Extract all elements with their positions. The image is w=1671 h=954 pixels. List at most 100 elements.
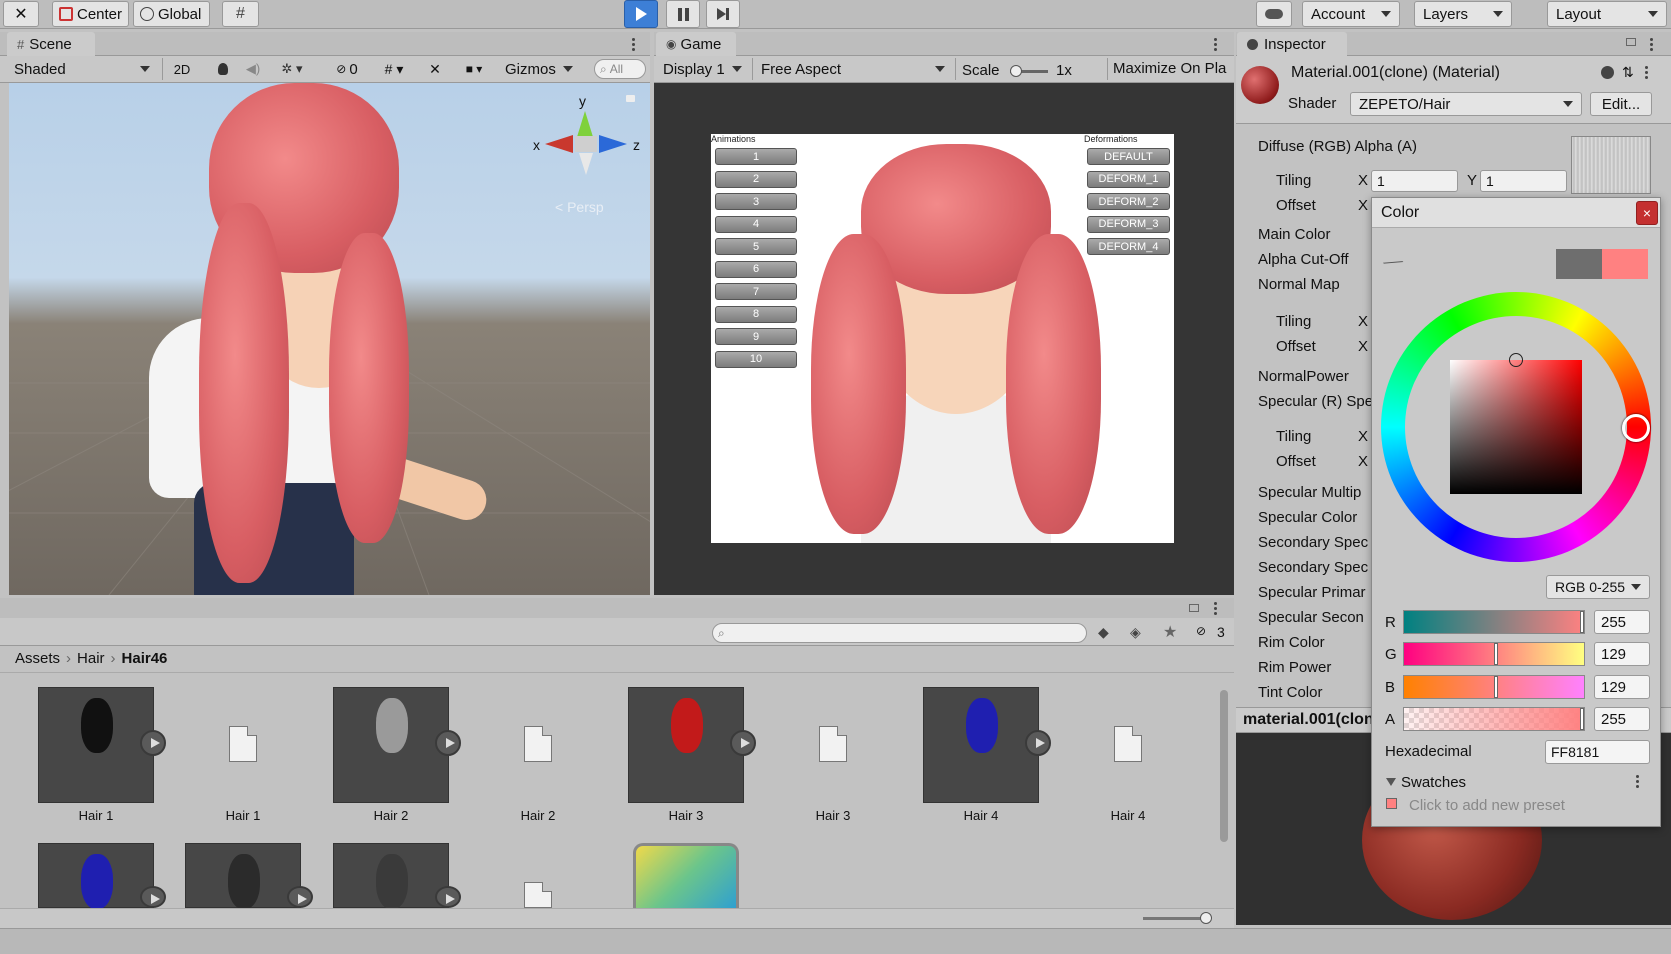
hidden-objects-toggle[interactable]: ⊘ 0: [327, 57, 367, 81]
swatches-toggle-icon[interactable]: [1386, 778, 1396, 786]
shader-dropdown[interactable]: ZEPETO/Hair: [1350, 92, 1582, 116]
asset-thumbnail[interactable]: [333, 843, 449, 909]
animation-button[interactable]: 5: [715, 238, 797, 255]
play-button[interactable]: [624, 0, 658, 28]
eye-slash-icon[interactable]: ⊘: [1196, 624, 1206, 638]
layout-dropdown[interactable]: Layout: [1547, 1, 1667, 27]
a-slider[interactable]: [1403, 707, 1585, 731]
breadcrumb-assets[interactable]: Assets: [15, 650, 60, 667]
grid-toggle[interactable]: #︎ ▾: [370, 57, 418, 81]
scale-slider[interactable]: [1010, 65, 1048, 77]
asset-thumbnail[interactable]: [333, 687, 449, 803]
space-global-button[interactable]: Global: [133, 1, 210, 27]
display-dropdown[interactable]: Display 1: [655, 57, 750, 81]
shading-mode-dropdown[interactable]: Shaded: [6, 57, 158, 81]
persp-label[interactable]: < Persp: [555, 199, 604, 215]
material-file-icon[interactable]: [229, 726, 257, 762]
scrollbar-thumb[interactable]: [1220, 690, 1228, 842]
previous-color-swatch[interactable]: [1556, 249, 1602, 279]
asset-thumbnail[interactable]: [628, 687, 744, 803]
animation-button[interactable]: 8: [715, 305, 797, 323]
account-dropdown[interactable]: Account: [1302, 1, 1400, 27]
close-button[interactable]: ×: [1636, 201, 1658, 225]
swatches-menu-icon[interactable]: [1636, 775, 1640, 790]
tab-inspector[interactable]: Inspector: [1237, 32, 1347, 56]
inspector-lock-icon[interactable]: [1626, 38, 1636, 46]
cloud-button[interactable]: [1256, 1, 1292, 27]
project-scrollbar[interactable]: [1217, 680, 1231, 905]
aspect-dropdown[interactable]: Free Aspect: [753, 57, 953, 81]
diffuse-texture-thumb[interactable]: [1571, 136, 1651, 194]
sv-handle[interactable]: [1509, 353, 1523, 367]
animation-button[interactable]: 9: [715, 328, 797, 345]
tools-button[interactable]: ✕: [3, 1, 39, 27]
r-slider-handle[interactable]: [1580, 611, 1584, 633]
deform-button[interactable]: DEFORM_3: [1087, 215, 1170, 233]
project-search-input[interactable]: ⌕: [712, 623, 1087, 643]
material-file-icon[interactable]: [524, 882, 552, 908]
shader-edit-button[interactable]: Edit...: [1590, 92, 1652, 116]
r-slider[interactable]: [1403, 610, 1585, 634]
tools-overlay-toggle[interactable]: ✕: [422, 57, 448, 81]
breadcrumb-hair46[interactable]: Hair46: [122, 650, 168, 667]
lighting-toggle[interactable]: [210, 57, 236, 81]
animation-button[interactable]: 4: [715, 215, 797, 233]
asset-thumbnail[interactable]: [923, 687, 1039, 803]
2d-toggle[interactable]: 2D: [166, 57, 198, 81]
pivot-center-button[interactable]: Center: [52, 1, 129, 27]
add-preset-swatch[interactable]: [1386, 798, 1397, 809]
filter-type-icon[interactable]: ◆: [1098, 624, 1109, 641]
scene-menu-icon[interactable]: [632, 38, 636, 53]
material-file-icon[interactable]: [819, 726, 847, 762]
maximize-on-play-toggle[interactable]: Maximize On Pla: [1113, 60, 1234, 77]
scene-search-input[interactable]: ⌕ All: [594, 59, 646, 79]
play-icon[interactable]: [730, 730, 756, 756]
grid-snap-button[interactable]: #: [222, 1, 259, 27]
animation-button[interactable]: 2: [715, 170, 797, 188]
animation-button[interactable]: 1: [715, 148, 797, 165]
shader-file-icon[interactable]: [633, 843, 739, 908]
play-icon[interactable]: [140, 730, 166, 756]
play-icon[interactable]: [140, 886, 166, 908]
play-icon[interactable]: [1025, 730, 1051, 756]
project-menu-icon[interactable]: [1214, 602, 1218, 617]
orientation-gizmo[interactable]: y x z: [533, 93, 640, 203]
asset-thumbnail[interactable]: [185, 843, 301, 909]
favorites-icon[interactable]: ★: [1163, 622, 1177, 642]
icon-size-slider[interactable]: [1143, 912, 1212, 924]
b-slider-handle[interactable]: [1494, 676, 1498, 698]
r-field[interactable]: 255: [1594, 610, 1650, 634]
inspector-menu-icon[interactable]: [1650, 38, 1654, 53]
hex-field[interactable]: FF8181: [1545, 740, 1650, 764]
hue-handle[interactable]: [1622, 414, 1650, 442]
animation-button[interactable]: 7: [715, 283, 797, 300]
effects-toggle[interactable]: ✲ ▾: [272, 57, 312, 81]
filter-label-icon[interactable]: ◈: [1130, 624, 1141, 641]
animation-button[interactable]: 10: [715, 350, 797, 368]
play-icon[interactable]: [435, 886, 461, 908]
tab-scene[interactable]: # Scene: [7, 32, 95, 56]
add-preset-label[interactable]: Click to add new preset: [1409, 797, 1565, 814]
layers-dropdown[interactable]: Layers: [1414, 1, 1512, 27]
color-mode-dropdown[interactable]: RGB 0-255: [1546, 575, 1650, 599]
step-button[interactable]: [706, 0, 740, 28]
deform-button[interactable]: DEFORM_2: [1087, 193, 1170, 210]
a-slider-handle[interactable]: [1580, 708, 1584, 730]
saturation-value-square[interactable]: [1450, 360, 1582, 494]
material-file-icon[interactable]: [524, 726, 552, 762]
deform-button[interactable]: DEFORM_4: [1087, 238, 1170, 255]
tab-game[interactable]: ◉ Game: [656, 32, 736, 56]
gizmos-dropdown[interactable]: Gizmos: [497, 57, 581, 81]
material-menu-icon[interactable]: [1645, 66, 1649, 81]
pause-button[interactable]: [666, 0, 700, 28]
tiling-y-field[interactable]: 1: [1480, 170, 1567, 192]
icon-size-slider-handle[interactable]: [1200, 912, 1212, 924]
lock-icon[interactable]: [626, 95, 635, 102]
deform-button[interactable]: DEFAULT: [1087, 148, 1170, 165]
play-icon[interactable]: [287, 886, 313, 908]
g-slider-handle[interactable]: [1494, 643, 1498, 665]
help-icon[interactable]: [1601, 66, 1614, 79]
g-slider[interactable]: [1403, 642, 1585, 666]
deform-button[interactable]: DEFORM_1: [1087, 170, 1170, 188]
scene-viewport[interactable]: y x z < Persp: [9, 83, 650, 595]
